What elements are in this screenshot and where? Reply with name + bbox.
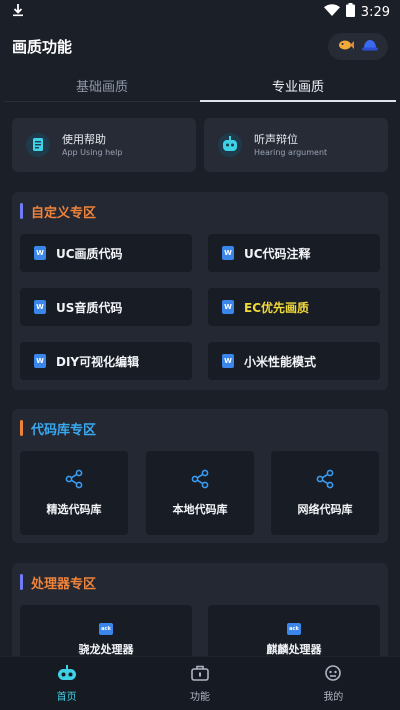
ack-icon: ack — [99, 623, 113, 635]
xiaomi-performance-mode-button[interactable]: W 小米性能模式 — [208, 342, 380, 380]
status-time: 3:29 — [360, 4, 390, 20]
tab-pro-quality[interactable]: 专业画质 — [200, 70, 396, 102]
fish-icon[interactable] — [338, 37, 354, 56]
hat-icon[interactable] — [362, 37, 378, 56]
tab-basic-quality[interactable]: 基础画质 — [4, 70, 200, 101]
header-actions — [328, 32, 388, 60]
wps-doc-icon: W — [34, 354, 46, 368]
featured-library-button[interactable]: 精选代码库 — [20, 451, 128, 535]
help-card-subtitle: App Using help — [62, 147, 123, 157]
help-card-title: 听声辩位 — [254, 132, 298, 146]
section-header: 自定义专区 — [20, 202, 97, 221]
status-bar: 3:29 — [0, 0, 400, 24]
nav-label: 首页 — [56, 692, 77, 703]
button-label: EC优先画质 — [244, 300, 310, 315]
share-nodes-icon — [315, 469, 335, 493]
nav-label: 功能 — [189, 692, 210, 703]
help-card-subtitle: Hearing argument — [254, 147, 328, 157]
button-label: 精选代码库 — [46, 503, 102, 516]
section-header: 代码库专区 — [20, 419, 97, 438]
app-header: 画质功能 — [0, 28, 400, 64]
section-accent-bar — [20, 203, 23, 219]
section-title: 代码库专区 — [31, 422, 97, 438]
custom-zone-section: 自定义专区 W UC画质代码 W UC代码注释 W US音质代码 W EC优先画… — [12, 192, 388, 390]
button-label: UC代码注释 — [244, 246, 311, 261]
nav-label: 我的 — [323, 692, 344, 703]
us-audio-code-button[interactable]: W US音质代码 — [20, 288, 192, 326]
button-label: 麒麟处理器 — [266, 643, 322, 656]
section-title: 自定义专区 — [31, 205, 97, 221]
gamepad-icon — [57, 664, 77, 685]
nav-item-profile[interactable]: 我的 — [267, 657, 400, 710]
toolbox-icon — [190, 664, 210, 685]
network-library-button[interactable]: 网络代码库 — [271, 451, 379, 535]
help-card-hearing[interactable]: 听声辩位 Hearing argument — [204, 118, 388, 172]
button-label: DIY可视化编辑 — [56, 354, 140, 369]
bottom-navigation: 首页 功能 我的 — [0, 656, 400, 710]
robot-face-icon — [323, 664, 343, 685]
section-title: 处理器专区 — [31, 576, 97, 592]
local-library-button[interactable]: 本地代码库 — [146, 451, 254, 535]
wps-doc-icon: W — [34, 300, 46, 314]
help-card-usage[interactable]: 使用帮助 App Using help — [12, 118, 196, 172]
quality-tabs: 基础画质 专业画质 — [4, 70, 396, 102]
ear-robot-icon — [216, 131, 244, 159]
uc-quality-code-button[interactable]: W UC画质代码 — [20, 234, 192, 272]
help-card-title: 使用帮助 — [62, 132, 106, 146]
nav-item-home[interactable]: 首页 — [0, 657, 133, 710]
section-accent-bar — [20, 574, 23, 590]
share-nodes-icon — [64, 469, 84, 493]
battery-icon — [345, 3, 355, 21]
code-library-section: 代码库专区 精选代码库 本地代码库 网络代码库 — [12, 409, 388, 543]
button-label: 小米性能模式 — [244, 354, 317, 369]
page-title: 画质功能 — [12, 37, 73, 56]
button-label: 网络代码库 — [297, 503, 353, 516]
wps-doc-icon: W — [222, 354, 234, 368]
diy-visual-editor-button[interactable]: W DIY可视化编辑 — [20, 342, 192, 380]
help-doc-icon — [24, 131, 52, 159]
button-label: US音质代码 — [56, 300, 123, 315]
nav-item-features[interactable]: 功能 — [133, 657, 266, 710]
ec-priority-quality-button[interactable]: W EC优先画质 — [208, 288, 380, 326]
wps-doc-icon: W — [34, 246, 46, 260]
uc-code-notes-button[interactable]: W UC代码注释 — [208, 234, 380, 272]
section-accent-bar — [20, 420, 23, 436]
wps-doc-icon: W — [222, 246, 234, 260]
wifi-icon — [323, 4, 340, 20]
download-icon — [12, 3, 24, 21]
button-label: 本地代码库 — [172, 503, 228, 516]
wps-doc-icon: W — [222, 300, 234, 314]
ack-icon: ack — [287, 623, 301, 635]
section-header: 处理器专区 — [20, 573, 97, 592]
share-nodes-icon — [190, 469, 210, 493]
button-label: UC画质代码 — [56, 246, 123, 261]
button-label: 骁龙处理器 — [78, 643, 134, 656]
